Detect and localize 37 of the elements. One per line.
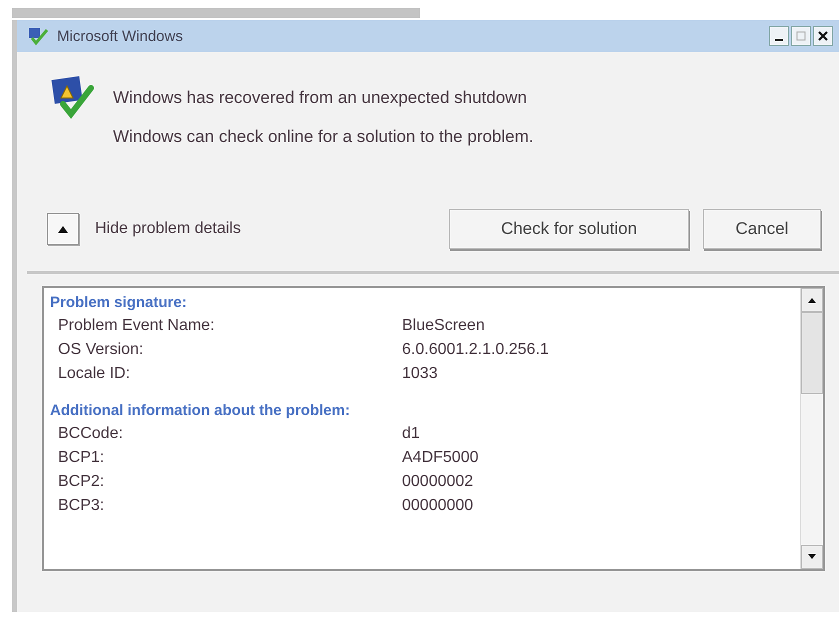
up-arrow-icon — [808, 297, 816, 303]
windows-check-icon — [27, 26, 49, 46]
section-heading: Additional information about the problem: — [50, 401, 351, 421]
detail-label: BCP1: — [58, 448, 106, 468]
scroll-thumb[interactable] — [801, 312, 823, 394]
detail-value: 6.0.6001.2.1.0.256.1 — [402, 340, 549, 360]
maximize-icon — [796, 31, 806, 41]
dialog-button[interactable]: Check for solution — [449, 209, 689, 249]
detail-value: A4DF5000 — [402, 448, 478, 468]
detail-value: d1 — [402, 424, 420, 444]
message-text: Windows has recovered from an unexpected shutdown — [113, 88, 528, 108]
detail-label: BCP3: — [58, 496, 106, 516]
expander-icon — [57, 224, 69, 234]
detail-label: OS Version: — [58, 340, 144, 360]
details-toggle-button[interactable] — [47, 213, 79, 245]
dialog-button[interactable]: Cancel — [703, 209, 821, 249]
close-icon — [818, 31, 828, 41]
detail-value: 00000000 — [402, 496, 474, 516]
scrollbar[interactable] — [800, 288, 823, 569]
detail-label: Locale ID: — [58, 364, 132, 384]
detail-value: 00000002 — [402, 472, 474, 492]
warning-check-icon — [49, 74, 95, 120]
message-text: Windows can check online for a solution to the problem. — [113, 127, 534, 147]
minimize-icon — [775, 39, 783, 41]
close-button[interactable] — [813, 26, 833, 46]
down-arrow-icon — [808, 554, 816, 560]
details-toggle-label[interactable]: Hide problem details — [95, 220, 241, 238]
detail-label: BCCode: — [58, 424, 124, 444]
detail-value: BlueScreen — [402, 316, 485, 336]
detail-label: Problem Event Name: — [58, 316, 216, 336]
minimize-button[interactable] — [769, 26, 789, 46]
window-title: Microsoft Windows — [57, 28, 183, 44]
section-heading: Problem signature: — [50, 293, 188, 313]
detail-value: 1033 — [402, 364, 438, 384]
scroll-down-button[interactable] — [801, 545, 823, 569]
detail-label: BCP2: — [58, 472, 106, 492]
scroll-up-button[interactable] — [801, 288, 823, 312]
